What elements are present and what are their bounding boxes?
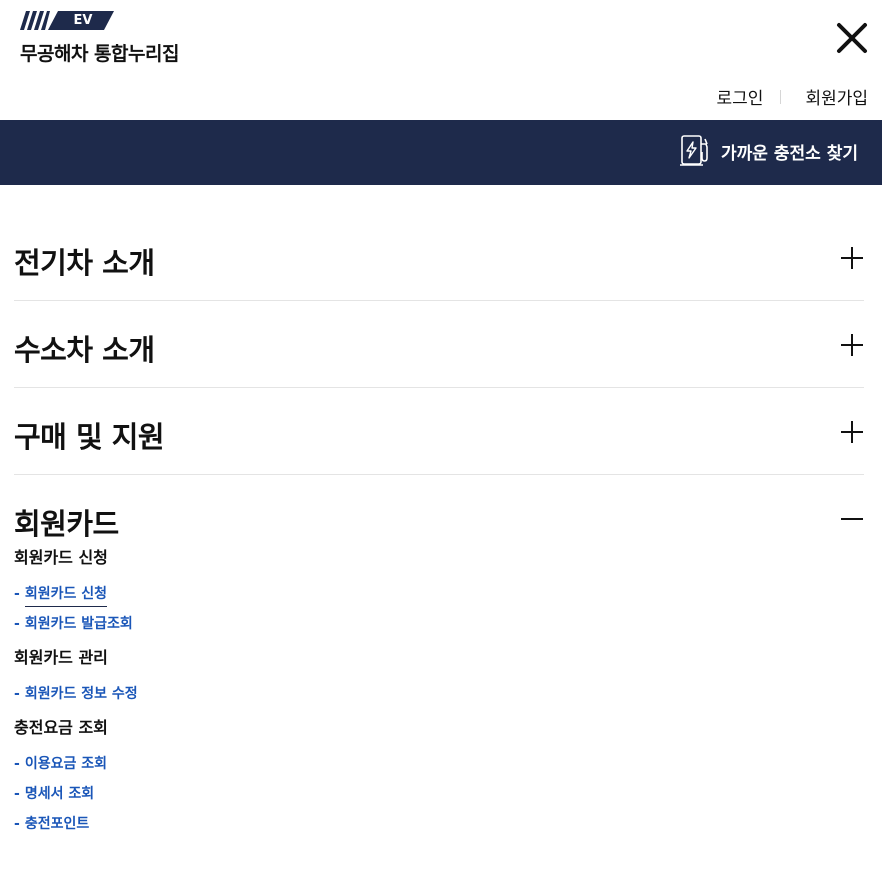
submenu-link-label: 이용요금 조회 xyxy=(24,756,107,772)
logo-name: 무공해차 통합누리집 xyxy=(20,43,179,65)
menu-item-member-card: 회원카드 회원카드 신청 - 회원카드 신청 - 회원카드 발급조회 회원카드 관리… xyxy=(14,475,864,847)
submenu-group-card-manage: 회원카드 관리 - 회원카드 정보 수정 xyxy=(14,647,864,717)
auth-divider xyxy=(780,89,782,104)
member-card-submenu: 회원카드 신청 - 회원카드 신청 - 회원카드 발급조회 회원카드 관리 - 회원카… xyxy=(14,547,864,847)
submenu-link-label: 회원카드 신청 xyxy=(24,586,107,607)
menu-item-label: 구매 및 지원 xyxy=(14,420,165,454)
logo-badge: EV xyxy=(48,11,114,30)
submenu-link-card-info-edit[interactable]: - 회원카드 정보 수정 xyxy=(14,679,864,709)
submenu-link-card-apply[interactable]: - 회원카드 신청 xyxy=(14,579,864,609)
menu-item-label: 전기차 소개 xyxy=(14,246,155,280)
login-link[interactable]: 로그인 xyxy=(717,84,764,109)
signup-link[interactable]: 회원가입 xyxy=(805,84,868,109)
submenu-link-card-issue-status[interactable]: - 회원카드 발급조회 xyxy=(14,609,864,639)
menu-item-hydrogen-intro: 수소차 소개 xyxy=(14,301,864,388)
menu-item-label: 회원카드 xyxy=(14,507,119,541)
logo-stripes-icon xyxy=(20,11,50,30)
find-charging-station-button[interactable]: 가까운 충전소 찾기 xyxy=(679,134,858,168)
plus-icon xyxy=(841,421,863,443)
menu-item-label: 수소차 소개 xyxy=(14,333,155,367)
menu-toggle-member-card[interactable]: 회원카드 xyxy=(14,475,864,561)
nav-menu: 전기차 소개 수소차 소개 구매 및 지원 회원카드 회원카드 신청 - 회원카… xyxy=(14,214,864,847)
submenu-link-label: 충전포인트 xyxy=(24,816,90,832)
submenu-group-charge-fee: 충전요금 조회 - 이용요금 조회 - 명세서 조회 - 충전포인트 xyxy=(14,717,864,847)
submenu-link-label: 회원카드 발급조회 xyxy=(24,616,133,632)
submenu-group-title: 충전요금 조회 xyxy=(14,718,108,737)
menu-toggle-hydrogen-intro[interactable]: 수소차 소개 xyxy=(14,301,864,387)
header: EV 무공해차 통합누리집 로그인 회원가입 xyxy=(0,0,882,120)
submenu-group-card-apply: 회원카드 신청 - 회원카드 신청 - 회원카드 발급조회 xyxy=(14,547,864,647)
minus-icon xyxy=(841,518,863,520)
submenu-link-label: 명세서 조회 xyxy=(24,786,95,802)
plus-icon xyxy=(841,247,863,269)
submenu-link-usage-fee[interactable]: - 이용요금 조회 xyxy=(14,749,864,779)
plus-icon xyxy=(841,334,863,356)
submenu-link-charge-points[interactable]: - 충전포인트 xyxy=(14,809,864,839)
menu-toggle-purchase-support[interactable]: 구매 및 지원 xyxy=(14,388,864,474)
charging-station-icon xyxy=(680,135,708,166)
auth-links: 로그인 회원가입 xyxy=(717,84,868,109)
close-icon xyxy=(837,23,867,53)
submenu-link-label: 회원카드 정보 수정 xyxy=(24,686,138,702)
submenu-link-statement[interactable]: - 명세서 조회 xyxy=(14,779,864,809)
close-button[interactable] xyxy=(834,20,870,56)
logo[interactable]: EV 무공해차 통합누리집 xyxy=(20,11,180,67)
find-charging-station-label: 가까운 충전소 찾기 xyxy=(721,143,858,164)
top-bar: 가까운 충전소 찾기 xyxy=(0,120,882,185)
menu-item-ev-intro: 전기차 소개 xyxy=(14,214,864,301)
submenu-group-title: 회원카드 관리 xyxy=(14,648,108,667)
menu-toggle-ev-intro[interactable]: 전기차 소개 xyxy=(14,214,864,300)
menu-item-purchase-support: 구매 및 지원 xyxy=(14,388,864,475)
